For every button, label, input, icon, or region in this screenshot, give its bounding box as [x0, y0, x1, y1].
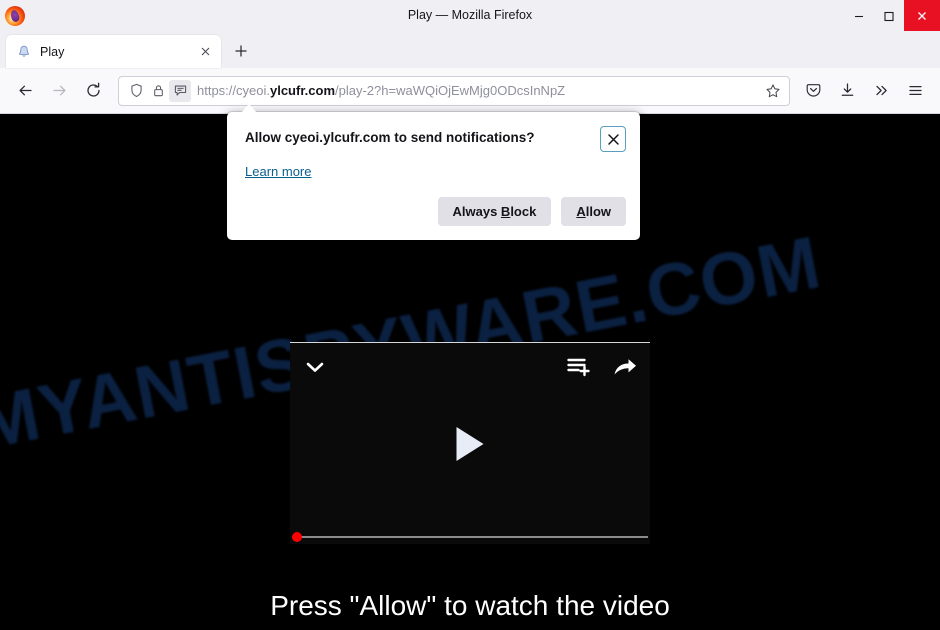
browser-tab[interactable]: Play	[6, 35, 221, 68]
block-accesskey: B	[500, 204, 511, 219]
chevron-down-icon[interactable]	[302, 354, 328, 380]
url-path: /play-2?h=waWQiOjEwMjg0ODcsInNpZ	[335, 82, 566, 98]
tab-strip: Play	[0, 31, 940, 68]
url-prefix: https://cyeoi.	[197, 82, 270, 98]
window-title: Play — Mozilla Firefox	[407, 8, 533, 22]
progress-scrubber[interactable]	[292, 532, 302, 542]
player-progress-bar[interactable]	[290, 530, 650, 544]
maximize-icon[interactable]	[874, 0, 904, 31]
address-bar[interactable]: https://cyeoi.ylcufr.com/play-2?h=waWQiO…	[118, 75, 790, 106]
forward-arrow-icon[interactable]	[42, 75, 76, 107]
notification-permission-icon[interactable]	[169, 79, 191, 102]
tab-title: Play	[40, 44, 65, 59]
learn-more-link[interactable]: Learn more	[245, 164, 311, 179]
video-player[interactable]	[290, 342, 650, 544]
allow-label-post: llow	[585, 204, 611, 219]
back-arrow-icon[interactable]	[8, 75, 42, 107]
close-icon[interactable]	[904, 0, 940, 31]
player-top-bar	[302, 353, 638, 381]
bell-favicon	[16, 44, 32, 60]
block-label-pre: Always	[452, 204, 501, 219]
play-triangle-icon[interactable]	[456, 426, 484, 461]
overflow-chevrons-icon[interactable]	[864, 75, 898, 107]
player-actions	[567, 356, 638, 378]
tracking-protection-shield-icon[interactable]	[125, 80, 147, 102]
always-block-button[interactable]: Always Block	[437, 197, 552, 226]
padlock-icon[interactable]	[147, 80, 169, 102]
window-controls	[844, 0, 940, 31]
firefox-window: Play — Mozilla Firefox Play https://cyeo…	[0, 0, 940, 630]
firefox-logo-icon	[5, 5, 25, 26]
close-icon[interactable]	[600, 126, 626, 152]
allow-button[interactable]: Allow	[561, 197, 626, 226]
close-tab-icon[interactable]	[196, 42, 215, 61]
save-to-pocket-icon[interactable]	[796, 75, 830, 107]
new-tab-icon[interactable]	[227, 37, 255, 65]
hamburger-menu-icon[interactable]	[898, 75, 932, 107]
toolbar-icon-group	[796, 75, 932, 107]
progress-track	[296, 536, 648, 538]
dialog-header: Allow cyeoi.ylcufr.com to send notificat…	[245, 126, 626, 152]
share-arrow-icon[interactable]	[613, 356, 638, 378]
minimize-icon[interactable]	[844, 0, 874, 31]
block-label-post: lock	[510, 204, 537, 219]
downloads-icon[interactable]	[830, 75, 864, 107]
reload-icon[interactable]	[76, 75, 110, 107]
dialog-title: Allow cyeoi.ylcufr.com to send notificat…	[245, 130, 535, 145]
dialog-actions: Always Block Allow	[245, 197, 626, 226]
playlist-add-icon[interactable]	[567, 356, 591, 378]
notification-permission-dialog: Allow cyeoi.ylcufr.com to send notificat…	[227, 112, 640, 240]
allow-accesskey: A	[576, 204, 586, 219]
url-host: ylcufr.com	[269, 82, 336, 98]
call-to-action-text: Press "Allow" to watch the video	[270, 590, 670, 621]
title-bar: Play — Mozilla Firefox	[0, 0, 940, 31]
navigation-toolbar: https://cyeoi.ylcufr.com/play-2?h=waWQiO…	[0, 68, 940, 114]
bookmark-star-icon[interactable]	[761, 79, 785, 103]
url-display[interactable]: https://cyeoi.ylcufr.com/play-2?h=waWQiO…	[197, 80, 761, 102]
